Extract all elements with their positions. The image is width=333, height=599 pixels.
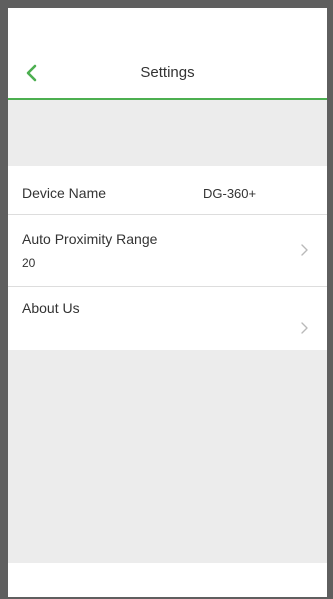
- page-title: Settings: [140, 64, 195, 81]
- app-frame: Settings Device Name DG-360+ Auto Proxim…: [0, 0, 333, 599]
- section-spacer: [8, 100, 327, 166]
- device-name-label: Device Name: [22, 185, 107, 201]
- bottom-bar: [8, 563, 327, 597]
- auto-proximity-range-label: Auto Proximity Range: [22, 231, 158, 247]
- chevron-right-icon: [301, 322, 308, 334]
- setting-row-about-us[interactable]: About Us: [8, 287, 327, 352]
- about-us-label: About Us: [22, 300, 80, 316]
- empty-content-area: [8, 350, 327, 563]
- settings-list: Device Name DG-360+ Auto Proximity Range…: [8, 166, 327, 352]
- nav-bar: Settings: [8, 49, 327, 100]
- status-area: [8, 8, 327, 49]
- chevron-right-icon: [301, 244, 308, 256]
- setting-row-device-name[interactable]: Device Name DG-360+: [8, 166, 327, 215]
- setting-row-auto-proximity-range[interactable]: Auto Proximity Range 20: [8, 215, 327, 287]
- auto-proximity-range-value: 20: [22, 256, 36, 270]
- device-name-value: DG-360+: [203, 186, 257, 201]
